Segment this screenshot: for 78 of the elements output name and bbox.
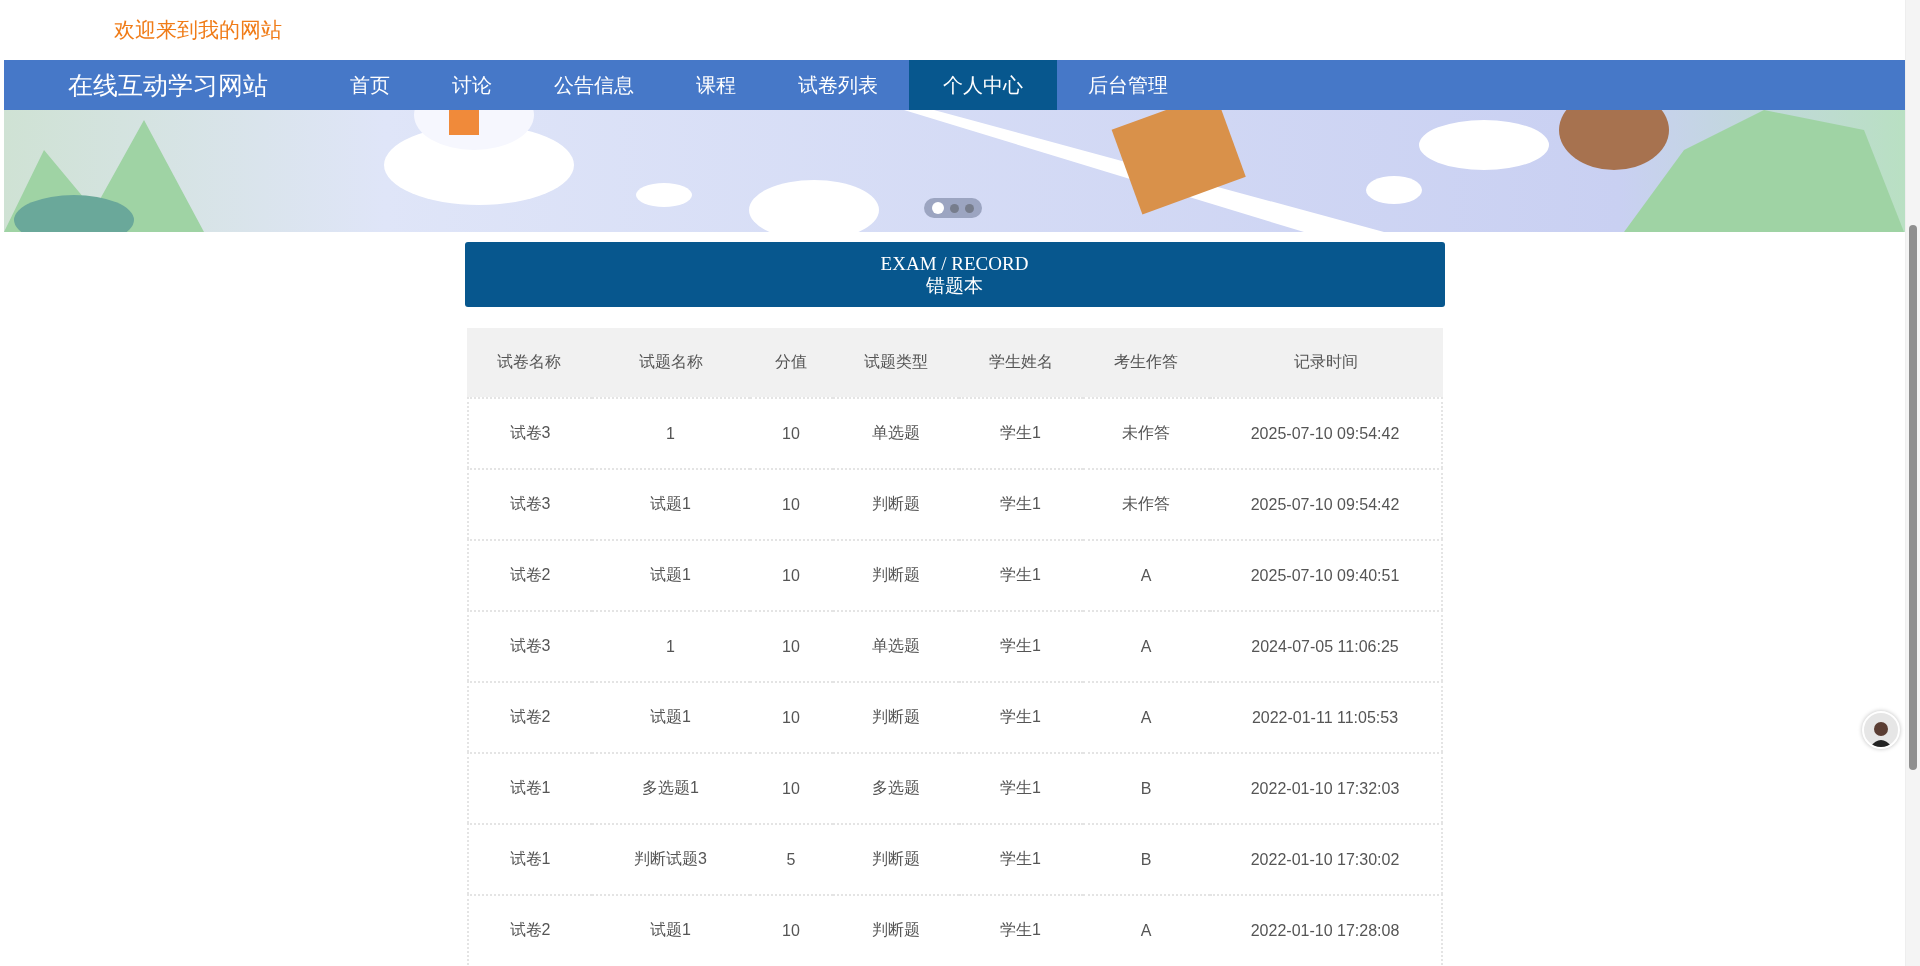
table-cell: 单选题 bbox=[832, 397, 959, 468]
table-cell: 多选题 bbox=[832, 752, 959, 823]
welcome-text: 欢迎来到我的网站 bbox=[114, 17, 282, 43]
table-cell: 学生1 bbox=[958, 752, 1083, 823]
column-header: 学生姓名 bbox=[958, 328, 1083, 397]
table-cell: 试卷3 bbox=[466, 397, 592, 468]
table-cell: 学生1 bbox=[958, 681, 1083, 752]
table-cell: 10 bbox=[749, 894, 833, 965]
table-cell: 2022-01-10 17:28:08 bbox=[1209, 894, 1443, 965]
table-cell: 未作答 bbox=[1082, 468, 1210, 539]
table-cell: 学生1 bbox=[958, 539, 1083, 610]
table-cell: 2022-01-10 17:30:02 bbox=[1209, 823, 1443, 894]
table-cell: 10 bbox=[749, 539, 833, 610]
table-cell: 试卷2 bbox=[466, 539, 592, 610]
table-cell: 判断题 bbox=[832, 823, 959, 894]
table-cell: 试卷3 bbox=[466, 468, 592, 539]
section-subtitle: EXAM / RECORD bbox=[880, 252, 1029, 274]
nav-link[interactable]: 讨论 bbox=[421, 60, 523, 110]
table-cell: 10 bbox=[749, 752, 833, 823]
table-cell: 试卷2 bbox=[466, 894, 592, 965]
table-cell: 2024-07-05 11:06:25 bbox=[1209, 610, 1443, 681]
table-cell: 试卷2 bbox=[466, 681, 592, 752]
table-cell: 试卷1 bbox=[466, 823, 592, 894]
table-cell: 2022-01-10 17:32:03 bbox=[1209, 752, 1443, 823]
table-cell: 2022-01-11 11:05:53 bbox=[1209, 681, 1443, 752]
table-cell: 学生1 bbox=[958, 468, 1083, 539]
column-header: 考生作答 bbox=[1082, 328, 1210, 397]
nav-link[interactable]: 课程 bbox=[665, 60, 767, 110]
table-cell: 1 bbox=[591, 610, 750, 681]
carousel-dot[interactable] bbox=[950, 203, 959, 213]
table-cell: 10 bbox=[749, 681, 833, 752]
table-cell: 未作答 bbox=[1082, 397, 1210, 468]
column-header: 记录时间 bbox=[1209, 328, 1443, 397]
nav-link[interactable]: 后台管理 bbox=[1057, 60, 1199, 110]
table-cell: 2025-07-10 09:54:42 bbox=[1209, 397, 1443, 468]
column-header: 试题名称 bbox=[591, 328, 750, 397]
table-cell: 10 bbox=[749, 468, 833, 539]
table-cell: 判断题 bbox=[832, 468, 959, 539]
table-cell: B bbox=[1082, 752, 1210, 823]
column-header: 分值 bbox=[749, 328, 833, 397]
table-cell: 试题1 bbox=[591, 539, 750, 610]
carousel-dot[interactable] bbox=[965, 203, 974, 213]
table-cell: 学生1 bbox=[958, 894, 1083, 965]
nav-link[interactable]: 公告信息 bbox=[523, 60, 665, 110]
table-cell: 2025-07-10 09:40:51 bbox=[1209, 539, 1443, 610]
table-cell: 试题1 bbox=[591, 681, 750, 752]
table-cell: A bbox=[1082, 539, 1210, 610]
column-header: 试题类型 bbox=[832, 328, 959, 397]
table-cell: A bbox=[1082, 610, 1210, 681]
column-header: 试卷名称 bbox=[466, 328, 592, 397]
nav-link[interactable]: 试卷列表 bbox=[767, 60, 909, 110]
table-cell: 判断试题3 bbox=[591, 823, 750, 894]
table-cell: A bbox=[1082, 681, 1210, 752]
table-cell: 判断题 bbox=[832, 539, 959, 610]
table-cell: 判断题 bbox=[832, 894, 959, 965]
table-cell: 10 bbox=[749, 610, 833, 681]
table-cell: 试卷3 bbox=[466, 610, 592, 681]
table-cell: 试题1 bbox=[591, 894, 750, 965]
nav-link[interactable]: 首页 bbox=[319, 60, 421, 110]
table-cell: 10 bbox=[749, 397, 833, 468]
table-cell: A bbox=[1082, 894, 1210, 965]
site-title: 在线互动学习网站 bbox=[67, 69, 269, 101]
table-cell: 5 bbox=[749, 823, 833, 894]
table-cell: 判断题 bbox=[832, 681, 959, 752]
section-title: 错题本 bbox=[926, 273, 983, 297]
table-cell: 1 bbox=[591, 397, 750, 468]
scrollbar-thumb[interactable] bbox=[1909, 225, 1917, 770]
table-cell: 学生1 bbox=[958, 397, 1083, 468]
table-cell: 试卷1 bbox=[466, 752, 592, 823]
table-cell: 学生1 bbox=[958, 823, 1083, 894]
avatar-icon[interactable] bbox=[1862, 711, 1900, 749]
table-cell: 单选题 bbox=[832, 610, 959, 681]
table-cell: 学生1 bbox=[958, 610, 1083, 681]
table-cell: 多选题1 bbox=[591, 752, 750, 823]
table-cell: 2025-07-10 09:54:42 bbox=[1209, 468, 1443, 539]
table-cell: B bbox=[1082, 823, 1210, 894]
table-cell: 试题1 bbox=[591, 468, 750, 539]
nav-link[interactable]: 个人中心 bbox=[909, 60, 1057, 110]
